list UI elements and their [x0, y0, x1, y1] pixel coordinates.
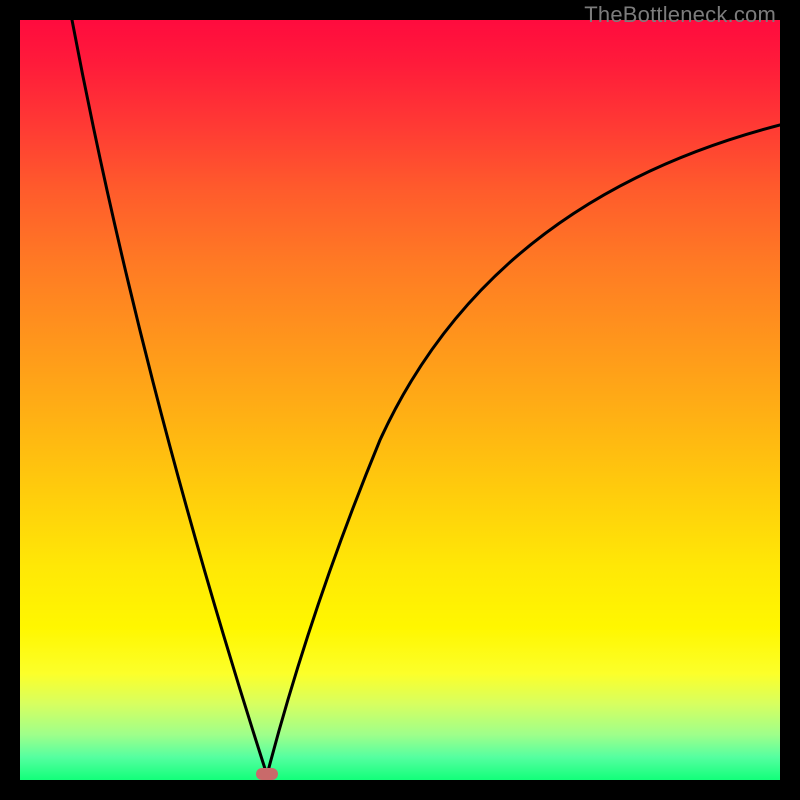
optimal-point-marker — [256, 768, 278, 780]
curve-left-branch — [72, 20, 267, 775]
curve-right-branch — [267, 125, 780, 775]
watermark-text: TheBottleneck.com — [584, 2, 776, 28]
bottleneck-curve — [20, 20, 780, 780]
chart-plot-area — [20, 20, 780, 780]
